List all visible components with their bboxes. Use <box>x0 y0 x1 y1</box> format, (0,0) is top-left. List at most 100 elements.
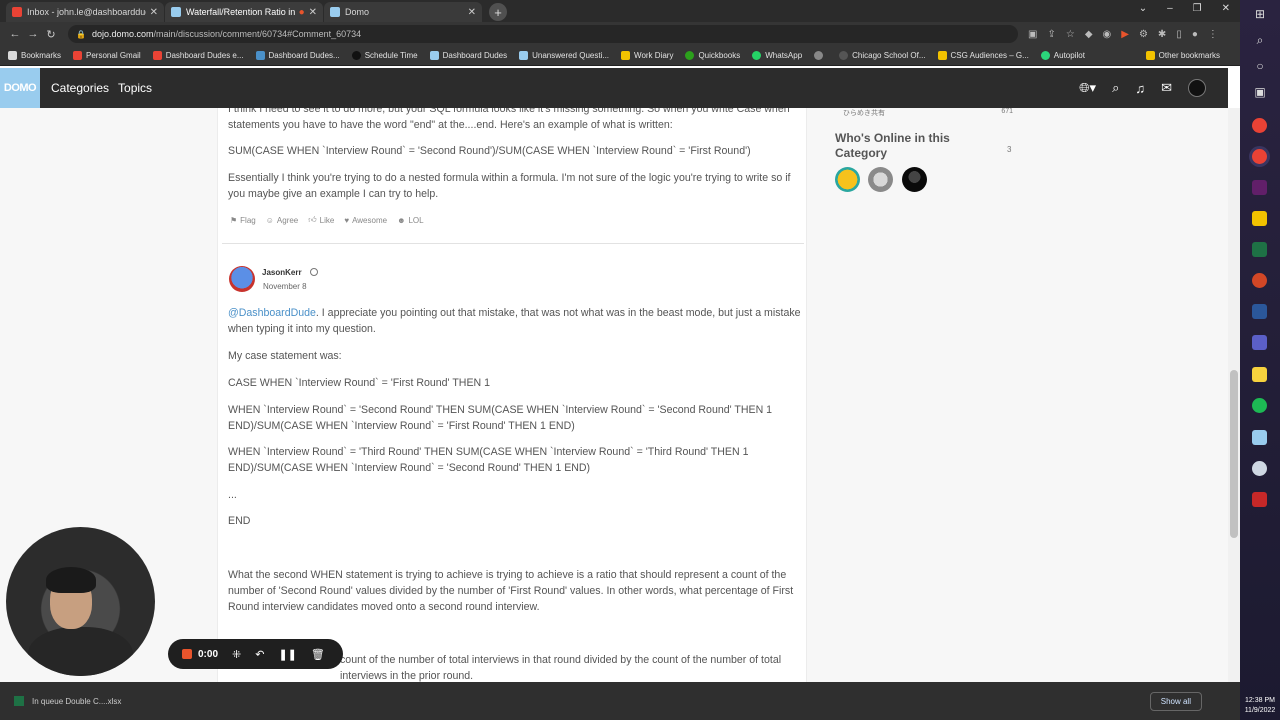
powerpoint-icon[interactable] <box>1252 273 1267 288</box>
sticky-notes-icon[interactable] <box>1252 367 1267 382</box>
app-icon[interactable] <box>1252 461 1267 476</box>
restore-icon[interactable]: ❐ <box>1193 3 1202 14</box>
extension-icon[interactable]: ◆ <box>1085 29 1093 40</box>
bookmark-item[interactable]: Dashboard Dudes e... <box>152 51 244 60</box>
teams-icon[interactable] <box>1252 335 1267 350</box>
heart-icon: ♥ <box>344 215 350 225</box>
bookmark-item[interactable]: Autopilot <box>1040 51 1085 60</box>
sidebar-icon[interactable]: ▯ <box>1176 29 1182 40</box>
mail-icon[interactable]: ✉ <box>1161 80 1172 96</box>
bookmark-label: Dashboard Dudes <box>442 51 508 60</box>
spotify-icon[interactable] <box>1252 398 1267 413</box>
cortana-icon[interactable]: ○ <box>1252 59 1268 73</box>
comment-divider <box>222 243 804 244</box>
thumbs-up-icon: 👍︎ <box>308 215 317 224</box>
avatar[interactable] <box>229 266 255 292</box>
minimize-icon[interactable]: – <box>1167 3 1173 14</box>
profile-icon[interactable]: ● <box>1192 29 1198 40</box>
camera-extension-icon[interactable]: ◉ <box>1103 29 1112 40</box>
slack-icon[interactable] <box>1252 180 1267 195</box>
close-icon[interactable]: ✕ <box>468 7 476 18</box>
browser-tab-waterfall[interactable]: Waterfall/Retention Ratio in ● ✕ <box>165 2 323 22</box>
browser-tab-inbox[interactable]: Inbox - john.le@dashboarddude ✕ <box>6 2 164 22</box>
bookmark-item[interactable]: Work Diary <box>621 51 673 60</box>
bookmark-item[interactable]: Quickbooks <box>685 51 740 60</box>
excel-icon[interactable] <box>1252 242 1267 257</box>
camera-icon[interactable]: ▣ <box>1028 29 1037 40</box>
stop-recording-button[interactable] <box>182 649 192 659</box>
chevron-down-icon[interactable]: ⌄ <box>1139 3 1147 14</box>
url-field[interactable]: 🔒 dojo.domo.com /main/discussion/comment… <box>68 25 1018 43</box>
download-item[interactable]: In queue Double C....xlsx <box>32 697 121 706</box>
grid-icon[interactable]: ⁜ <box>232 648 241 661</box>
bookmark-item[interactable]: Dashboard Dudes... <box>255 51 340 60</box>
back-icon[interactable]: ← <box>6 28 24 40</box>
forward-icon[interactable]: → <box>24 28 42 40</box>
category-item[interactable]: ひらめき共有 671 <box>843 108 1013 118</box>
undo-icon[interactable]: ↶ <box>255 648 264 661</box>
online-user-avatar[interactable] <box>835 167 860 192</box>
bookmark-item[interactable]: Personal Gmail <box>73 51 141 60</box>
comment-date[interactable]: November 8 <box>263 282 307 291</box>
awesome-button[interactable]: ♥ Awesome <box>344 215 387 225</box>
comment-text: My case statement was: <box>228 350 342 362</box>
bookmark-item[interactable]: Unanswered Questi... <box>519 51 609 60</box>
awesome-label: Awesome <box>352 215 388 225</box>
globe-icon[interactable]: 🌐︎▾ <box>1079 80 1096 96</box>
taskbar-clock[interactable]: 12:38 PM 11/9/2022 <box>1240 696 1280 716</box>
bookmark-item[interactable]: WhatsApp <box>752 51 802 60</box>
domo-icon[interactable] <box>1252 430 1267 445</box>
chrome-icon[interactable] <box>1252 149 1267 164</box>
domo-icon <box>429 51 439 60</box>
bookmark-item[interactable]: CSG Audiences – G... <box>937 51 1029 60</box>
search-icon[interactable]: ⌕ <box>1112 80 1119 96</box>
word-icon[interactable] <box>1252 304 1267 319</box>
bookmark-item[interactable]: Dashboard Dudes <box>429 51 508 60</box>
star-icon[interactable]: ☆ <box>1066 29 1075 40</box>
gear-extension-icon[interactable]: ⚙ <box>1139 29 1148 40</box>
trash-icon[interactable]: 🗑︎ <box>311 648 325 661</box>
record-extension-icon[interactable]: ▶ <box>1121 29 1129 40</box>
show-all-button[interactable]: Show all <box>1149 692 1202 711</box>
online-user-avatar[interactable] <box>868 167 893 192</box>
bell-icon[interactable]: ♫ <box>1135 81 1145 96</box>
bookmark-item[interactable]: Bookmarks <box>8 51 61 60</box>
user-mention[interactable]: @DashboardDude <box>228 307 316 319</box>
bookmark-item[interactable]: Chicago School Of... <box>839 51 926 60</box>
agree-button[interactable]: ☺ Agree <box>266 215 299 225</box>
avatar[interactable] <box>1188 79 1206 97</box>
flag-button[interactable]: ⚑ Flag <box>230 215 256 225</box>
reload-icon[interactable]: ↻ <box>42 28 60 41</box>
search-icon[interactable]: ⌕ <box>1252 33 1268 48</box>
close-icon[interactable]: ✕ <box>150 7 158 18</box>
bookmark-label: Autopilot <box>1053 51 1085 60</box>
close-icon[interactable]: ✕ <box>309 7 317 18</box>
bookmark-item[interactable]: Schedule Time <box>351 51 418 60</box>
like-button[interactable]: 👍︎ Like <box>308 215 334 225</box>
puzzle-icon[interactable]: ✱ <box>1158 29 1166 40</box>
bookmark-label: Schedule Time <box>364 51 418 60</box>
nav-categories[interactable]: Categories <box>51 81 109 95</box>
nav-topics[interactable]: Topics <box>118 81 152 95</box>
bookmark-item[interactable] <box>814 51 827 60</box>
lol-button[interactable]: ☻ LOL <box>397 215 424 225</box>
browser-tab-domo[interactable]: Domo ✕ <box>324 2 482 22</box>
share-icon[interactable]: ⇪ <box>1047 29 1055 40</box>
recording-toolbar: 0:00 ⁜ ↶ ❚❚ 🗑︎ <box>168 639 343 669</box>
windows-start-icon[interactable]: ⊞ <box>1252 7 1268 21</box>
close-window-icon[interactable]: ✕ <box>1222 3 1230 14</box>
pause-icon[interactable]: ❚❚ <box>278 648 296 661</box>
menu-icon[interactable]: ⋮ <box>1208 29 1218 40</box>
filezilla-icon[interactable] <box>1252 492 1267 507</box>
bookmark-label: Dashboard Dudes... <box>268 51 340 60</box>
online-user-avatar[interactable] <box>902 167 927 192</box>
comment-author[interactable]: JasonKerr <box>262 268 302 277</box>
other-bookmarks[interactable]: Other bookmarks <box>1145 51 1220 60</box>
new-tab-button[interactable]: + <box>489 3 507 21</box>
page-scrollbar[interactable] <box>1228 108 1240 682</box>
task-view-icon[interactable]: ▣ <box>1252 85 1268 99</box>
domo-logo[interactable]: DOMO <box>0 68 40 108</box>
chrome-icon[interactable] <box>1252 118 1267 133</box>
scrollbar-thumb[interactable] <box>1230 370 1238 538</box>
file-explorer-icon[interactable] <box>1252 211 1267 226</box>
